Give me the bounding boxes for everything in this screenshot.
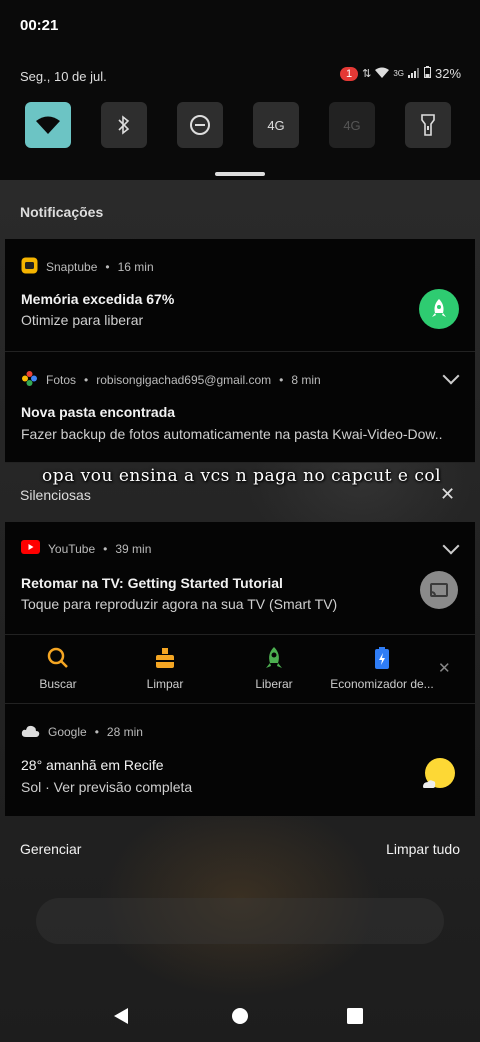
notification-app-row: Fotos • robisongigachad695@gmail.com • 8…: [21, 370, 321, 390]
action-economizador[interactable]: Economizador de...: [327, 646, 437, 691]
action-label: Limpar: [146, 677, 184, 691]
bluetooth-icon: [118, 115, 130, 135]
manage-button[interactable]: Gerenciar: [20, 841, 81, 857]
weather-cloud-icon: [21, 724, 40, 740]
flashlight-icon: [421, 114, 435, 136]
notification-fotos[interactable]: Fotos • robisongigachad695@gmail.com • 8…: [5, 352, 475, 463]
notification-time: 8 min: [291, 373, 321, 387]
back-icon[interactable]: [112, 1007, 130, 1030]
photos-icon: [21, 370, 38, 390]
notification-snaptube[interactable]: Snaptube • 16 min Memória excedida 67% O…: [5, 239, 475, 352]
notification-title: Memória excedida 67%: [21, 291, 175, 307]
cast-button[interactable]: [420, 571, 458, 609]
expand-chevron-icon[interactable]: [442, 367, 460, 385]
rocket-icon: [266, 647, 282, 668]
snaptube-boost-button[interactable]: [419, 289, 459, 329]
silent-header: Silenciosas: [20, 487, 91, 503]
do-not-disturb-tile[interactable]: [177, 102, 223, 148]
date-label: Seg., 10 de jul.: [20, 69, 107, 84]
signal-icon: [408, 66, 420, 81]
search-icon: [47, 647, 68, 668]
notification-time: 28 min: [106, 725, 143, 739]
4g-toggle-tile[interactable]: 4G: [329, 102, 375, 148]
close-silent-icon[interactable]: ✕: [440, 484, 455, 505]
snaptube-icon: [21, 257, 38, 277]
action-label: Economizador de...: [330, 677, 434, 691]
notification-app-row: Google • 28 min: [21, 724, 143, 740]
recents-icon[interactable]: [347, 1008, 363, 1029]
action-buscar[interactable]: Buscar: [3, 646, 113, 691]
notification-google[interactable]: Google • 28 min 28° amanhã em Recife Sol…: [5, 704, 475, 816]
app-name: YouTube: [48, 541, 96, 556]
notification-time: 39 min: [115, 541, 152, 556]
notification-title: Nova pasta encontrada: [21, 404, 176, 420]
status-icons: 1 ⇅ 3G 32%: [340, 66, 461, 81]
flashlight-tile[interactable]: [405, 102, 451, 148]
video-caption-overlay: opa vou ensina a vcs n paga no capcut e …: [42, 466, 442, 486]
app-name: Fotos: [46, 373, 77, 387]
rocket-icon: [432, 299, 446, 317]
action-limpar[interactable]: Limpar: [110, 646, 220, 691]
close-actions-icon[interactable]: ✕: [438, 659, 451, 677]
notification-title: Retomar na TV: Getting Started Tutorial: [21, 575, 283, 591]
navigation-bar: [0, 990, 480, 1042]
notification-count-badge: 1: [340, 66, 359, 81]
app-name: Google: [48, 725, 87, 739]
youtube-icon: [21, 540, 40, 557]
notification-body: Fazer backup de fotos automaticamente na…: [21, 426, 443, 442]
notifications-header: Notificações: [20, 204, 104, 220]
notification-app-row: YouTube • 39 min: [21, 540, 151, 557]
action-label: Buscar: [39, 677, 77, 691]
home-search-bar-background: [36, 898, 444, 944]
home-icon[interactable]: [232, 1008, 248, 1029]
mobile-data-label: 4G: [267, 117, 285, 133]
bluetooth-tile[interactable]: [101, 102, 147, 148]
notification-body: Toque para reproduzir agora na sua TV (S…: [21, 596, 338, 612]
clear-all-button[interactable]: Limpar tudo: [386, 841, 460, 857]
broom-icon: [156, 648, 174, 668]
notification-app-row: Snaptube • 16 min: [21, 257, 154, 277]
clock: 00:21: [20, 17, 59, 34]
action-liberar[interactable]: Liberar: [219, 646, 329, 691]
do-not-disturb-icon: [190, 115, 210, 135]
notification-youtube[interactable]: YouTube • 39 min Retomar na TV: Getting …: [5, 522, 475, 635]
status-area: 00:21 Seg., 10 de jul. 1 ⇅ 3G 32% 4G 4G: [0, 0, 480, 180]
notification-body: Sol · Ver previsão completa: [21, 779, 193, 795]
app-name: Snaptube: [46, 260, 98, 274]
wifi-icon: [36, 116, 60, 134]
action-label: Liberar: [255, 677, 293, 691]
mobile-data-tile[interactable]: 4G: [253, 102, 299, 148]
drag-handle[interactable]: [215, 172, 265, 176]
notification-time: 16 min: [117, 260, 154, 274]
notification-body: Otimize para liberar: [21, 312, 144, 328]
data-arrows-icon: ⇅: [362, 68, 372, 80]
battery-saver-icon: [375, 647, 389, 669]
wifi-status-icon: [375, 66, 390, 81]
account-email: robisongigachad695@gmail.com: [96, 373, 272, 387]
network-type-label: 3G: [393, 69, 405, 78]
battery-percent: 32%: [435, 66, 462, 81]
wifi-tile[interactable]: [25, 102, 71, 148]
4g-label: 4G: [343, 117, 361, 133]
notification-title: 28° amanhã em Recife: [21, 757, 164, 773]
expand-chevron-icon[interactable]: [442, 537, 460, 555]
cast-icon: [430, 583, 448, 597]
battery-icon: [424, 66, 432, 81]
sun-weather-icon: [421, 756, 457, 797]
